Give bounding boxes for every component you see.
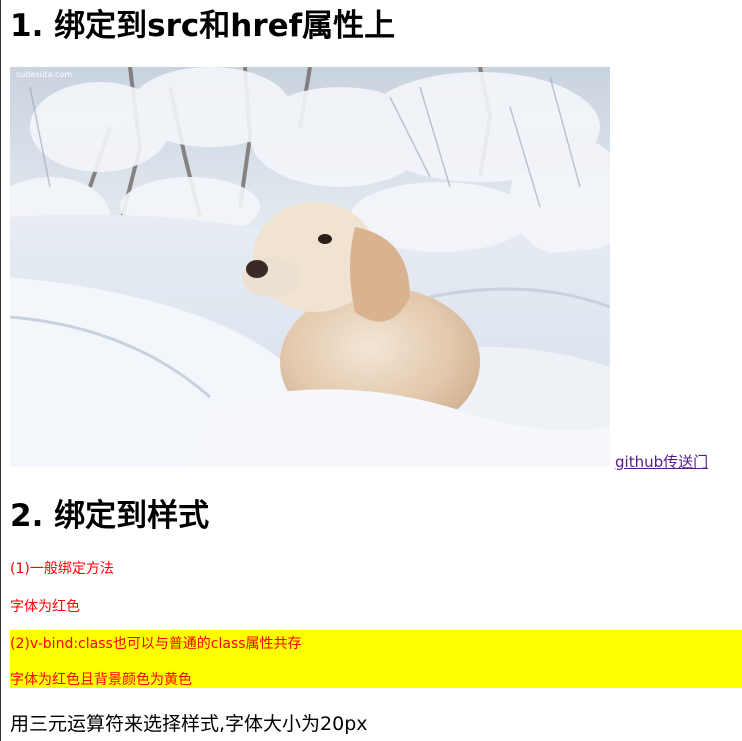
section-heading-src-href: 1. 绑定到src和href属性上 (10, 8, 396, 44)
github-link[interactable]: github传送门 (615, 451, 708, 472)
style-line-general-binding: (1)一般绑定方法 (10, 561, 114, 577)
section-heading-style: 2. 绑定到样式 (10, 498, 210, 534)
watermark: sudasuta.com (16, 70, 72, 79)
style-line-class-coexist: (2)v-bind:class也可以与普通的class属性共存 (10, 636, 302, 652)
style-line-red-yellow: 字体为红色且背景颜色为黄色 (10, 672, 192, 688)
style-line-red-font: 字体为红色 (10, 599, 80, 615)
dog-in-snow-image: sudasuta.com (10, 67, 610, 467)
style-line-ternary-20px: 用三元运算符来选择样式,字体大小为20px (10, 713, 368, 735)
